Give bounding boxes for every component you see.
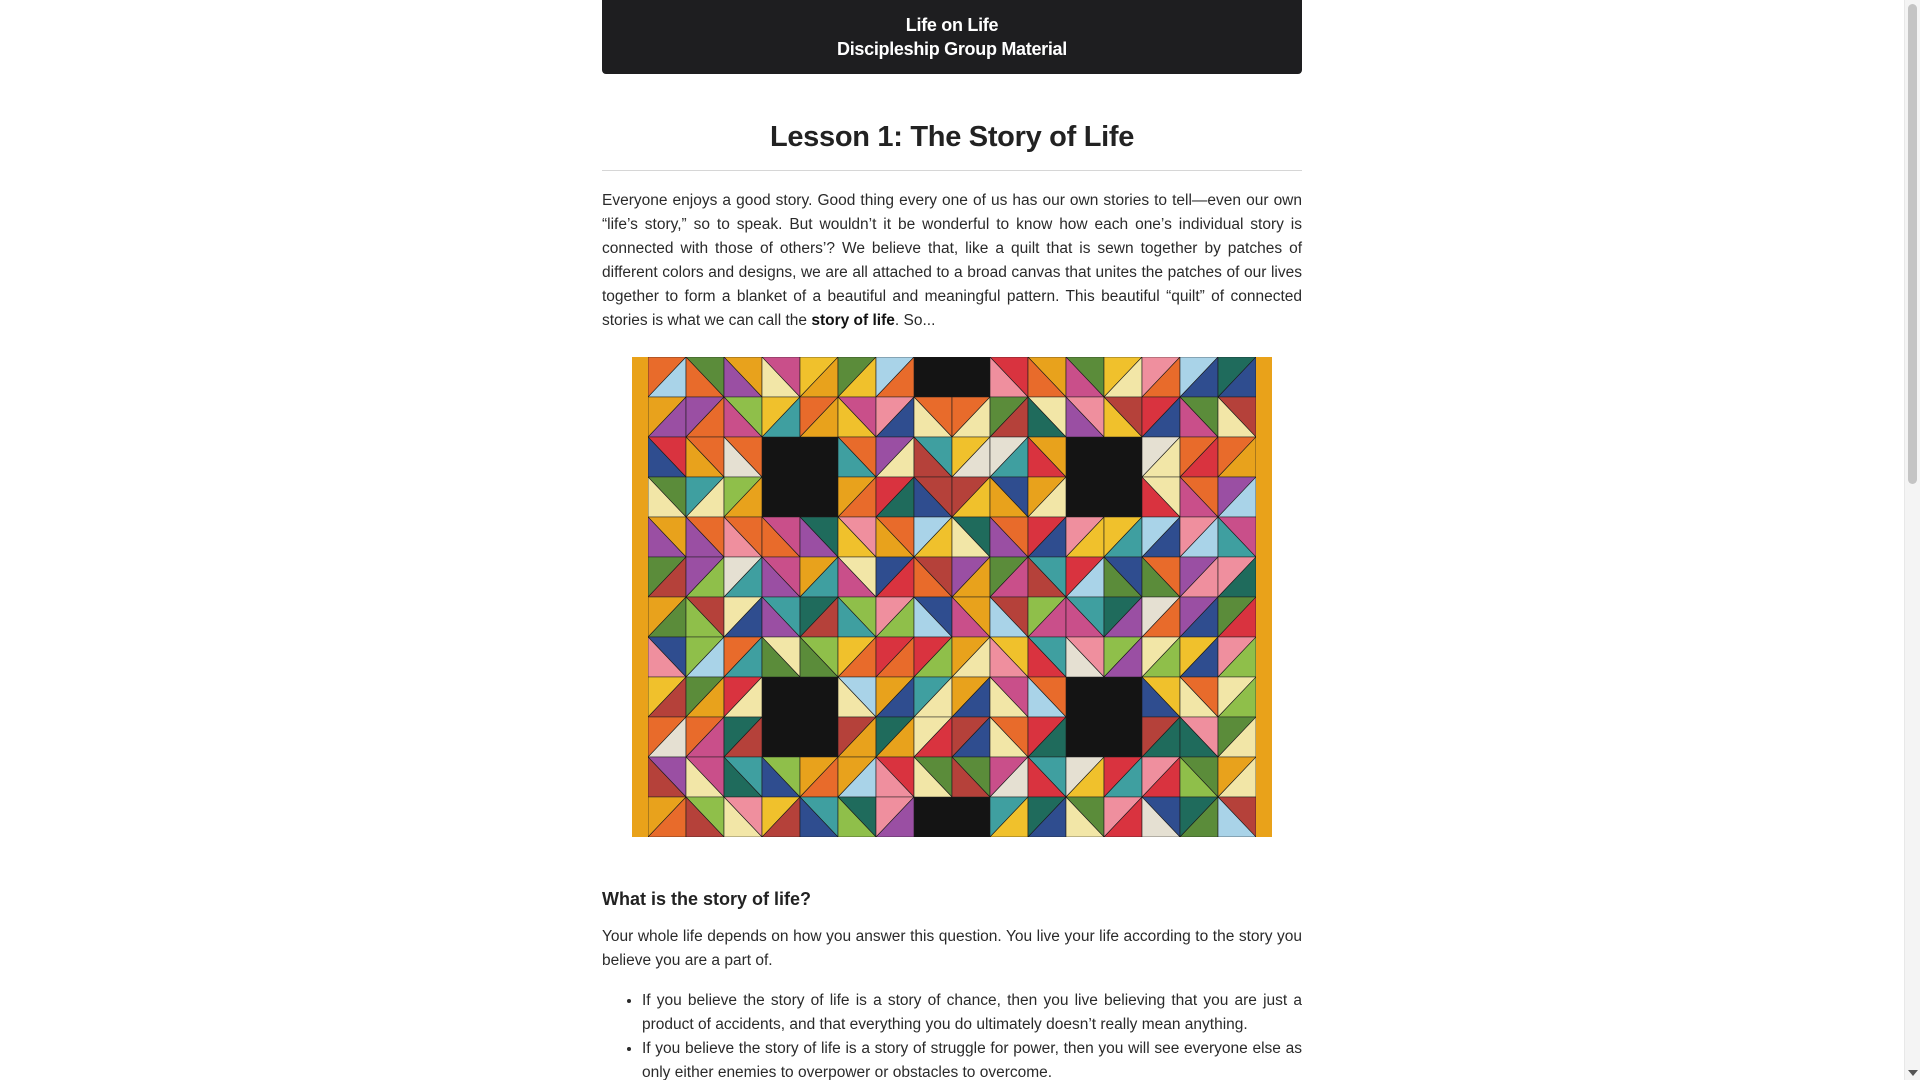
figure (602, 357, 1302, 837)
document-page: Life on Life Discipleship Group Material… (0, 0, 1904, 1080)
intro-bold-text: story of life (811, 312, 895, 329)
section-paragraph: Your whole life depends on how you answe… (602, 928, 1302, 969)
title-divider (602, 170, 1302, 171)
list-item: If you believe the story of life is a st… (642, 1037, 1302, 1080)
content-column: Life on Life Discipleship Group Material… (602, 0, 1302, 1080)
site-header: Life on Life Discipleship Group Material (602, 0, 1302, 74)
vertical-scrollbar[interactable] (1904, 0, 1920, 1080)
header-title: Life on Life (905, 15, 999, 35)
intro-text: Everyone enjoys a good story. Good thing… (602, 192, 1302, 329)
intro-paragraph: Everyone enjoys a good story. Good thing… (602, 189, 1302, 333)
intro-trailing-text: . So... (894, 312, 936, 329)
quilt-pattern (648, 357, 1256, 837)
scroll-down-arrow-icon[interactable] (1908, 1070, 1918, 1076)
section-heading: What is the story of life? (602, 889, 812, 909)
bullet-list: If you believe the story of life is a st… (602, 989, 1302, 1080)
header-subtitle: Discipleship Group Material (837, 39, 1067, 59)
list-item: If you believe the story of life is a st… (642, 989, 1302, 1037)
scrollbar-thumb[interactable] (1908, 4, 1917, 484)
lesson-title: Lesson 1: The Story of Life (769, 121, 1135, 153)
patchwork-quilt-image (632, 357, 1272, 837)
